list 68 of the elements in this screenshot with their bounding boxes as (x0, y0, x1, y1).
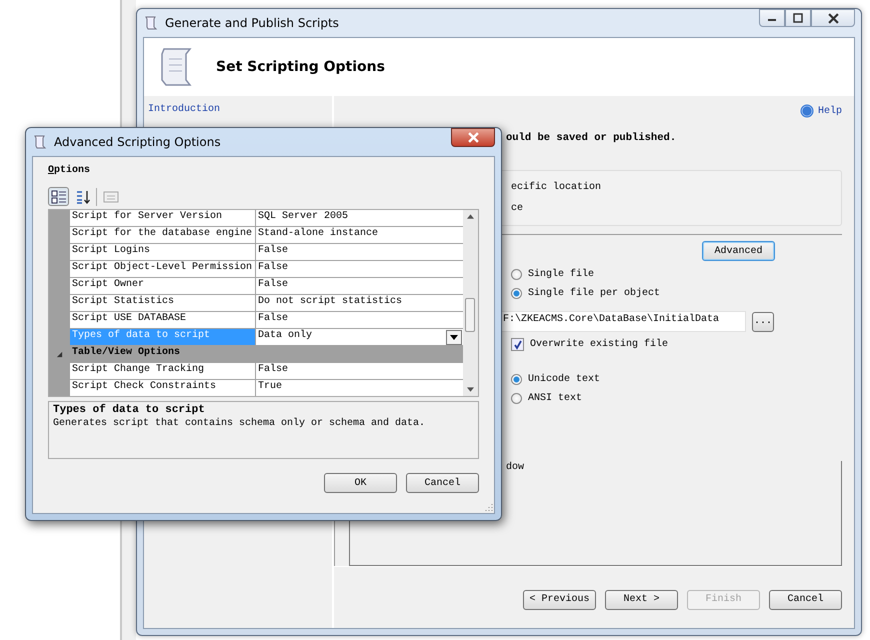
scrollbar[interactable] (463, 210, 478, 396)
option-label: ce (511, 203, 524, 214)
scroll-icon (32, 134, 48, 150)
property-value: False (256, 278, 463, 295)
checkbox[interactable] (511, 338, 524, 351)
dialog-button[interactable]: OK (324, 473, 397, 493)
collapse-icon[interactable] (56, 351, 63, 358)
close-button[interactable] (811, 9, 855, 27)
wizard-button[interactable]: < Previous (523, 590, 596, 610)
minimize-button[interactable] (759, 9, 785, 27)
radio-label: Single file (528, 269, 594, 280)
dialog-button[interactable]: Cancel (406, 473, 479, 493)
help-icon (800, 104, 814, 118)
property-name[interactable]: Script Logins (70, 244, 256, 261)
radio-button[interactable] (511, 374, 522, 385)
property-value: False (256, 244, 463, 261)
browse-button[interactable]: ... (752, 312, 774, 332)
help-link[interactable]: Help (800, 104, 842, 118)
close-button[interactable] (451, 128, 495, 147)
nav-link[interactable]: Introduction (148, 104, 220, 115)
radio-label: Unicode text (528, 374, 600, 385)
dialog-title: Advanced Scripting Options (54, 135, 221, 149)
caret-icon (450, 335, 458, 340)
close-icon (828, 12, 838, 24)
property-value: False (256, 363, 463, 380)
property-name[interactable]: Script for the database engine (70, 227, 256, 244)
property-name[interactable]: Script USE DATABASE (70, 312, 256, 329)
property-name[interactable]: Script Object-Level Permission (70, 261, 256, 278)
scroll-thumb[interactable] (465, 298, 475, 332)
property-name[interactable]: Script for Server Version (70, 210, 256, 227)
checkbox-label: Overwrite existing file (530, 339, 668, 350)
maximize-icon (793, 13, 803, 23)
property-value: True (256, 380, 463, 396)
property-name[interactable]: Script Check Constraints (70, 380, 256, 396)
property-name[interactable]: Script Change Tracking (70, 363, 256, 380)
radio-button[interactable] (511, 288, 522, 299)
scroll-icon (143, 15, 159, 31)
radio-button[interactable] (511, 269, 522, 280)
property-value[interactable]: Data only (256, 329, 463, 346)
property-value: SQL Server 2005 (256, 210, 463, 227)
category-label[interactable]: Table/View Options (70, 346, 463, 363)
wizard-button[interactable]: Next > (605, 590, 678, 610)
radio-label: Single file per object (528, 288, 660, 299)
radio-button[interactable] (511, 393, 522, 404)
property-name[interactable]: Script Statistics (70, 295, 256, 312)
page-title: Set Scripting Options (216, 59, 385, 75)
options-label: Options (48, 165, 90, 178)
property-value: Do not script statistics (256, 295, 463, 312)
dropdown-button[interactable] (446, 330, 462, 345)
property-name[interactable]: Script Owner (70, 278, 256, 295)
option-label: dow (506, 462, 524, 473)
option-label: ecific location (511, 182, 602, 193)
window-title: Generate and Publish Scripts (165, 16, 339, 30)
property-value: False (256, 261, 463, 278)
instruction-text: ould be saved or published. (506, 132, 676, 144)
advanced-button[interactable]: Advanced (702, 241, 775, 261)
radio-label: ANSI text (528, 393, 582, 404)
scroll-down-icon[interactable] (467, 387, 474, 392)
maximize-button[interactable] (785, 9, 811, 27)
property-value: False (256, 312, 463, 329)
scroll-up-icon[interactable] (467, 214, 474, 219)
description-text: Generates script that contains schema only or schema and data. (53, 418, 426, 429)
resize-grip-icon[interactable] (483, 502, 493, 512)
description-title: Types of data to script (53, 404, 206, 416)
property-value: Stand-alone instance (256, 227, 463, 244)
categorized-view-button[interactable] (48, 187, 69, 206)
wizard-button[interactable]: Cancel (769, 590, 842, 610)
close-icon (468, 132, 478, 143)
